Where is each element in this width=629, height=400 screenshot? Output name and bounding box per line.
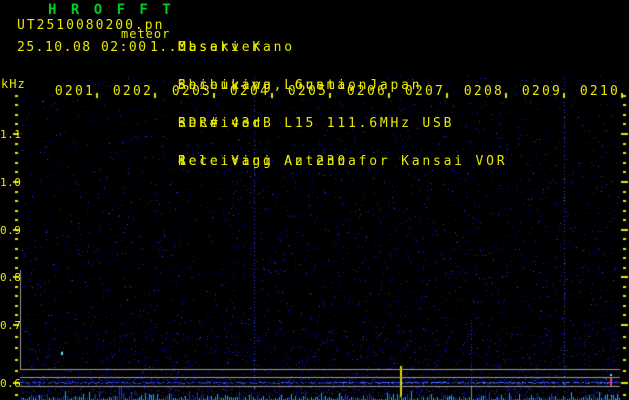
info-value: Shibukawa, Gunma, Japan (178, 78, 423, 93)
observatory-code-label: meteor (121, 27, 171, 41)
station-info-block: Observer: Masaki Kano Receiving Location:… (178, 3, 628, 193)
info-value: 4ele Yagi Az 230 for Kansai VOR (178, 154, 508, 169)
counter-label: 1.. (150, 40, 178, 55)
hrofft-screen: H R O F F T UT2510080200.pn meteor 25.10… (0, 0, 629, 400)
app-title: H R O F F T (48, 2, 174, 18)
info-value: Masaki Kano (178, 40, 295, 55)
info-value: SDR# 43dB L15 111.6MHz USB (178, 116, 455, 131)
observation-datetime: 25.10.08 02:00 (17, 40, 148, 55)
